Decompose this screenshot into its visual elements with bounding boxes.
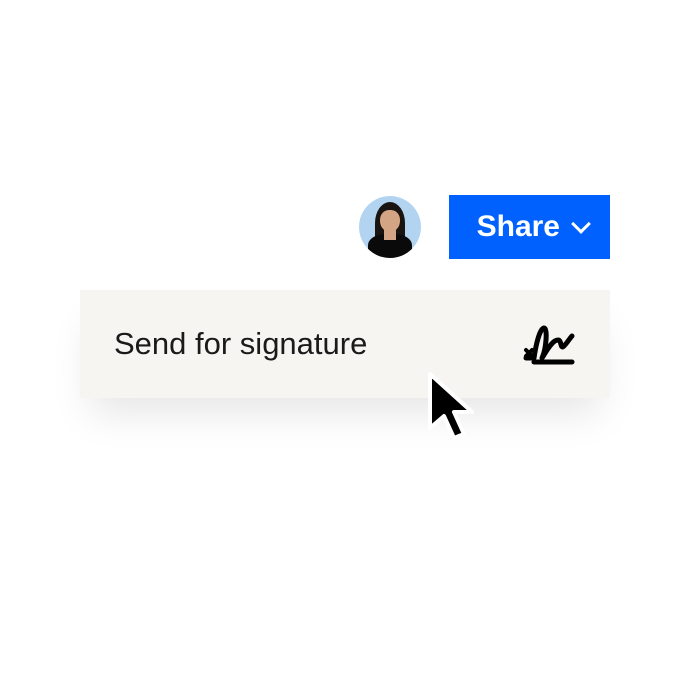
dropdown-item-label: Send for signature [114,326,367,362]
avatar[interactable] [359,196,421,258]
share-button-label: Share [477,210,560,244]
signature-icon [520,320,576,368]
chevron-down-icon [571,214,591,234]
dropdown-item-send-for-signature[interactable]: Send for signature [80,290,610,398]
share-button[interactable]: Share [449,195,610,259]
header-row: Share [0,195,690,259]
avatar-image [366,204,414,258]
